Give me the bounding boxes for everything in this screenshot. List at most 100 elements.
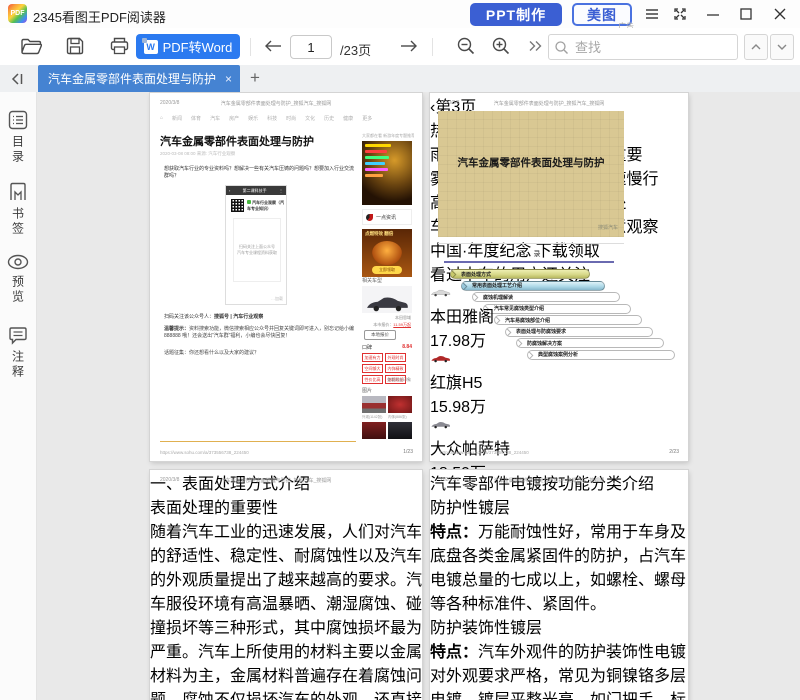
word-doc-icon: W (144, 40, 158, 54)
zoom-in-icon[interactable] (490, 35, 512, 57)
pdf-page-1: 2020/3/8 汽车金属零部件表面处理与防护_搜狐汽车_搜狐网 ⌂ 新闻体育汽… (150, 93, 422, 461)
car-photo (362, 286, 412, 313)
bird-logo-icon (366, 214, 373, 221)
toc-underline (444, 261, 614, 263)
window-title: 2345看图王PDF阅读器 (33, 7, 166, 26)
toolbar-separator (432, 38, 433, 56)
title-bar: PDF 2345看图王PDF阅读器 PPT制作 美图 广告 (0, 0, 800, 28)
toc-banner: 表面处理方式 (450, 269, 590, 279)
toc-icon (8, 110, 28, 130)
toc-banner: 常用表面处理工艺介绍 (461, 281, 605, 291)
car-name: 本田思域 (395, 315, 411, 321)
car-card: 红旗H5 15.98万 (430, 351, 688, 417)
find-previous-button[interactable] (744, 34, 768, 60)
toc-banner: 表面处理与防腐蚀要求 (505, 327, 653, 337)
meitu-button[interactable]: 美图 广告 (572, 3, 632, 26)
sidebar-item-toc[interactable]: 目录 (0, 110, 36, 165)
toolbar: W PDF转Word /23页 (0, 28, 800, 65)
page-total-label: /23页 (340, 40, 371, 59)
slide-cover: 汽车金属零部件表面处理与防护 搜狐汽车 (438, 111, 624, 237)
search-box[interactable] (548, 34, 738, 60)
pdf-to-word-button[interactable]: W PDF转Word (136, 34, 240, 59)
article-nav-row: ⌂ 新闻体育汽车 房产娱乐科技 时尚文化历史 健康更多 (160, 115, 390, 122)
news-logo-text: 一点资讯 (376, 214, 396, 221)
app-logo-pdf-icon: PDF (8, 4, 27, 23)
collapse-tabs-icon[interactable] (8, 70, 26, 88)
sidebar-label-bookmarks: 书签 (10, 207, 27, 237)
new-tab-button[interactable]: + (250, 68, 260, 88)
wechat-message-card: 扫码关注上面公众号 汽车专业课程资料获取 (233, 218, 281, 282)
page4-doc-header: 汽车金属零部件表面处理与防护_搜狐汽车_搜狐网 (430, 477, 668, 484)
ad-creature-image (372, 241, 402, 265)
zoom-out-icon[interactable] (455, 35, 477, 57)
page-grid: 2020/3/8 汽车金属零部件表面处理与防护_搜狐汽车_搜狐网 ⌂ 新闻体育汽… (37, 92, 783, 700)
pictures-header: 图片 (362, 387, 372, 394)
qr-code (231, 199, 244, 212)
article-sidebar: 大家都在看 新游年度专题推荐 一点资讯 点燃特效 翻倍 立即领取 相关车型 (360, 93, 414, 461)
article-tip-paragraph: 温馨提示：资料搜索功能，微信搜索相应公众号并回复关键词即可进入，别忘记给小编 8… (164, 325, 356, 339)
car-thumbnail (388, 422, 412, 439)
car-thumbnail (362, 422, 386, 439)
plating-circle: 防护装饰性镀层 (430, 614, 688, 638)
wechat-screenshot: ‹ 第二课科技手 ⋮ 汽车行业观察（汽车专业知识） 扫码关注上面公众号 汽车专业… (225, 185, 287, 305)
find-next-button[interactable] (770, 34, 794, 60)
more-tools-icon[interactable] (524, 35, 546, 57)
fullscreen-icon[interactable] (671, 5, 689, 23)
prev-page-icon[interactable] (262, 35, 284, 57)
article-paragraph: 想获取汽车行业的专业资料吗？想解决一些有关汽车压铸的问题吗？想要加入行业交流群吗… (164, 165, 354, 179)
open-file-icon[interactable] (20, 35, 42, 57)
save-icon[interactable] (64, 35, 86, 57)
page1-source-url: https://www.sohu.com/a/373556738_224450 (160, 450, 249, 455)
minimize-button[interactable] (704, 5, 722, 23)
sidebar-item-bookmarks[interactable]: 书签 (0, 182, 36, 237)
page3-doc-header: 汽车金属零部件表面处理与防护_搜狐汽车_搜狐网 (150, 477, 402, 484)
slide-brand: 搜狐汽车 (598, 224, 618, 231)
more-impressions-link: 查看网友印象 (387, 377, 411, 383)
page-number-input[interactable] (290, 35, 332, 59)
close-button[interactable] (771, 5, 789, 23)
page2-doc-header: 汽车金属零部件表面处理与防护_搜狐汽车_搜狐网 (430, 100, 668, 107)
pdf-page-3: 2020/3/8 汽车金属零部件表面处理与防护_搜狐汽车_搜狐网 一、表面处理方… (150, 470, 422, 700)
search-input[interactable] (573, 39, 731, 56)
ad-headline: 点燃特效 翻倍 (365, 231, 393, 237)
ppt-make-button[interactable]: PPT制作 (470, 3, 562, 26)
plating-type-row: 防护装饰性镀层 特点：汽车外观件的防护装饰性电镀对外观要求严格，常见为铜镍铬多层… (430, 614, 688, 700)
page2-source-url: https://www.sohu.com/a/373556738_224450 (440, 450, 529, 455)
gold-game-ad-2: 点燃特效 翻倍 立即领取 (362, 229, 412, 277)
sidebar-label-preview: 预览 (10, 275, 27, 305)
tab-document[interactable]: 汽车金属零部件表面处理与防护 × (38, 65, 240, 92)
related-cars-header: 相关车型 (362, 277, 382, 284)
plating-type-row: 防护性镀层 特点：万能耐蚀性好，常用于车身及底盘各类金属紧固件的防护，占汽车电镀… (430, 494, 688, 614)
next-page-icon[interactable] (398, 35, 420, 57)
pic-caption: 内饰(886张) (388, 415, 407, 420)
koubei-row: 口碑8.84 (362, 344, 412, 351)
wechat-account-name: 汽车行业观察（汽车专业知识） (247, 200, 285, 212)
left-nav-rail: 目录 书签 预览 注释 (0, 92, 37, 700)
menu-icon[interactable] (643, 5, 661, 23)
print-icon[interactable] (108, 35, 130, 57)
toc-banner: 防腐蚀解决方案 (516, 338, 664, 348)
sidebar-item-annotations[interactable]: 注释 (0, 326, 36, 380)
plating-circle: 防护性镀层 (430, 494, 688, 518)
car-thumbnail (388, 396, 412, 413)
pdf-page-2: 2020/3/8 汽车金属零部件表面处理与防护_搜狐汽车_搜狐网 汽车金属零部件… (430, 93, 688, 461)
slide-paragraph: 随着汽车工业的迅速发展，人们对汽车的舒适性、稳定性、耐腐蚀性以及汽车的外观质量提… (150, 518, 422, 700)
car-price-line: 本市报价：11.59万起 (373, 322, 411, 328)
local-quote-button: 本地报价 (364, 330, 396, 340)
toc-banner: 典型腐蚀案例分析 (527, 350, 675, 360)
search-icon (555, 41, 568, 54)
maximize-button[interactable] (737, 5, 755, 23)
article-byline: 2020-03-08 08:00 来源: 汽车行业观察 (160, 151, 235, 157)
sidebar-item-preview[interactable]: 预览 (0, 254, 36, 305)
pic-caption: 外观(1142张) (362, 415, 382, 420)
ad-claim-button: 立即领取 (372, 266, 402, 274)
sidebar-header: 大家都在看 新游年度专题推荐 (362, 133, 414, 139)
car-thumbnail (362, 396, 386, 413)
comment-icon (8, 326, 28, 345)
divider (438, 243, 624, 244)
slide-cover-title: 汽车金属零部件表面处理与防护 (438, 155, 624, 170)
tab-close-icon[interactable]: × (223, 72, 234, 86)
tab-bar: 汽车金属零部件表面处理与防护 × + (0, 65, 800, 92)
eye-icon (7, 254, 29, 270)
wechat-load-more: …加载 (271, 296, 283, 302)
